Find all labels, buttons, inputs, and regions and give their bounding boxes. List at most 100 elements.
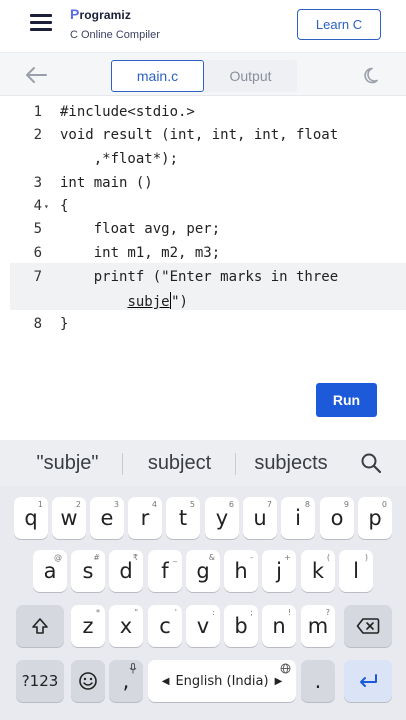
- key-y[interactable]: y6: [205, 497, 239, 539]
- key-label: n: [272, 614, 286, 638]
- emoji-key[interactable]: [71, 660, 105, 702]
- key-e[interactable]: e3: [90, 497, 124, 539]
- code-line-wrap: subje "): [60, 292, 188, 310]
- arrow-left-icon[interactable]: [24, 65, 48, 85]
- code-line: #include<stdio.>: [60, 104, 195, 120]
- backspace-icon: [356, 618, 380, 634]
- line-number: 2: [33, 127, 42, 143]
- key-w[interactable]: w2: [52, 497, 86, 539]
- key-hint: 4: [151, 500, 157, 509]
- key-h[interactable]: h-: [224, 550, 258, 592]
- learn-c-button[interactable]: Learn C: [297, 9, 381, 40]
- key-d[interactable]: d ₹: [109, 550, 143, 592]
- tab-main-c[interactable]: main.c: [111, 60, 204, 92]
- key-label: r: [140, 506, 150, 530]
- key-u[interactable]: u7: [243, 497, 277, 539]
- menu-icon[interactable]: [30, 14, 52, 32]
- key-label: f: [161, 559, 169, 583]
- language-label: English (India): [175, 673, 269, 689]
- key-hint: 7: [266, 500, 272, 509]
- logo[interactable]: Programiz: [70, 6, 131, 24]
- key-i[interactable]: i8: [281, 497, 315, 539]
- period-key[interactable]: .: [301, 660, 335, 702]
- key-hint: ": [134, 608, 138, 617]
- editor-toolbar: main.c Output: [0, 52, 406, 96]
- key-hint: ': [174, 608, 177, 617]
- line-number: 8: [33, 316, 42, 332]
- enter-arrow-icon: [360, 674, 377, 687]
- key-s[interactable]: s #: [71, 550, 105, 592]
- line-number: 4: [33, 198, 42, 214]
- key-r[interactable]: r4: [128, 497, 162, 539]
- search-icon[interactable]: [360, 452, 382, 474]
- suggestion-subjects[interactable]: subjects: [243, 452, 339, 475]
- key-c[interactable]: c ': [148, 605, 182, 647]
- key-t[interactable]: t5: [166, 497, 200, 539]
- code-line: void result (int, int, int, float: [60, 127, 339, 143]
- page-subtitle: C Online Compiler: [70, 29, 160, 41]
- key-label: t: [178, 506, 188, 530]
- key-hint: +: [284, 553, 291, 562]
- key-hint: *: [96, 608, 100, 617]
- key-a[interactable]: a @: [33, 550, 67, 592]
- space-key[interactable]: ◀ English (India) ▶: [148, 660, 296, 702]
- key-label: i: [295, 506, 301, 530]
- moon-icon[interactable]: [362, 65, 382, 85]
- key-hint: 1: [37, 500, 43, 509]
- emoji-icon: [79, 672, 97, 690]
- run-button[interactable]: Run: [316, 383, 377, 417]
- symbols-key[interactable]: ?123: [16, 660, 64, 702]
- divider: [235, 453, 236, 475]
- shift-key[interactable]: [16, 605, 64, 647]
- key-hint: 2: [75, 500, 81, 509]
- key-hint: _: [173, 553, 177, 562]
- key-n[interactable]: n!: [262, 605, 296, 647]
- logo-text: rogramiz: [79, 8, 131, 22]
- key-hint: 6: [228, 500, 234, 509]
- key-label: h: [234, 559, 248, 583]
- enter-key[interactable]: [344, 660, 392, 702]
- key-hint: ): [364, 553, 368, 562]
- backspace-key[interactable]: [344, 605, 392, 647]
- key-f[interactable]: f _: [148, 550, 182, 592]
- key-o[interactable]: o9: [320, 497, 354, 539]
- key-q[interactable]: q1: [14, 497, 48, 539]
- fold-toggle-icon[interactable]: ▾: [44, 202, 49, 211]
- key-label: .: [314, 669, 322, 693]
- code-line: int main (): [60, 175, 153, 191]
- comma-key[interactable]: ,: [109, 660, 143, 702]
- key-l[interactable]: l): [339, 550, 373, 592]
- suggestion-subject[interactable]: subject: [132, 452, 227, 475]
- code-text: "): [171, 294, 188, 310]
- key-label: l: [353, 559, 359, 583]
- suggestion-bar: "subje" subject subjects: [0, 440, 406, 486]
- soft-keyboard: "subje" subject subjects q1 w2 e3 r4 t5 …: [0, 440, 406, 720]
- key-k[interactable]: k(: [301, 550, 335, 592]
- divider: [122, 453, 123, 475]
- key-label: y: [215, 506, 229, 530]
- tab-output[interactable]: Output: [204, 60, 297, 92]
- line-number: 5: [33, 221, 42, 237]
- key-hint: :: [212, 608, 215, 617]
- key-m[interactable]: m?: [301, 605, 335, 647]
- key-label: c: [159, 614, 171, 638]
- key-b[interactable]: b;: [224, 605, 258, 647]
- key-hint: 8: [304, 500, 310, 509]
- code-line: printf ("Enter marks in three: [60, 269, 339, 285]
- line-number: 7: [33, 269, 42, 285]
- key-hint: @: [54, 553, 62, 562]
- key-j[interactable]: j +: [262, 550, 296, 592]
- key-p[interactable]: p0: [358, 497, 392, 539]
- shift-arrow-icon: [32, 618, 48, 634]
- key-z[interactable]: z *: [71, 605, 105, 647]
- key-g[interactable]: g &: [186, 550, 220, 592]
- key-v[interactable]: v:: [186, 605, 220, 647]
- microphone-icon: [129, 663, 137, 674]
- key-label: w: [60, 506, 78, 530]
- suggestion-literal[interactable]: "subje": [20, 452, 115, 475]
- key-label: g: [196, 559, 210, 583]
- key-x[interactable]: x ": [109, 605, 143, 647]
- line-number: 6: [33, 245, 42, 261]
- key-hint: !: [287, 608, 291, 617]
